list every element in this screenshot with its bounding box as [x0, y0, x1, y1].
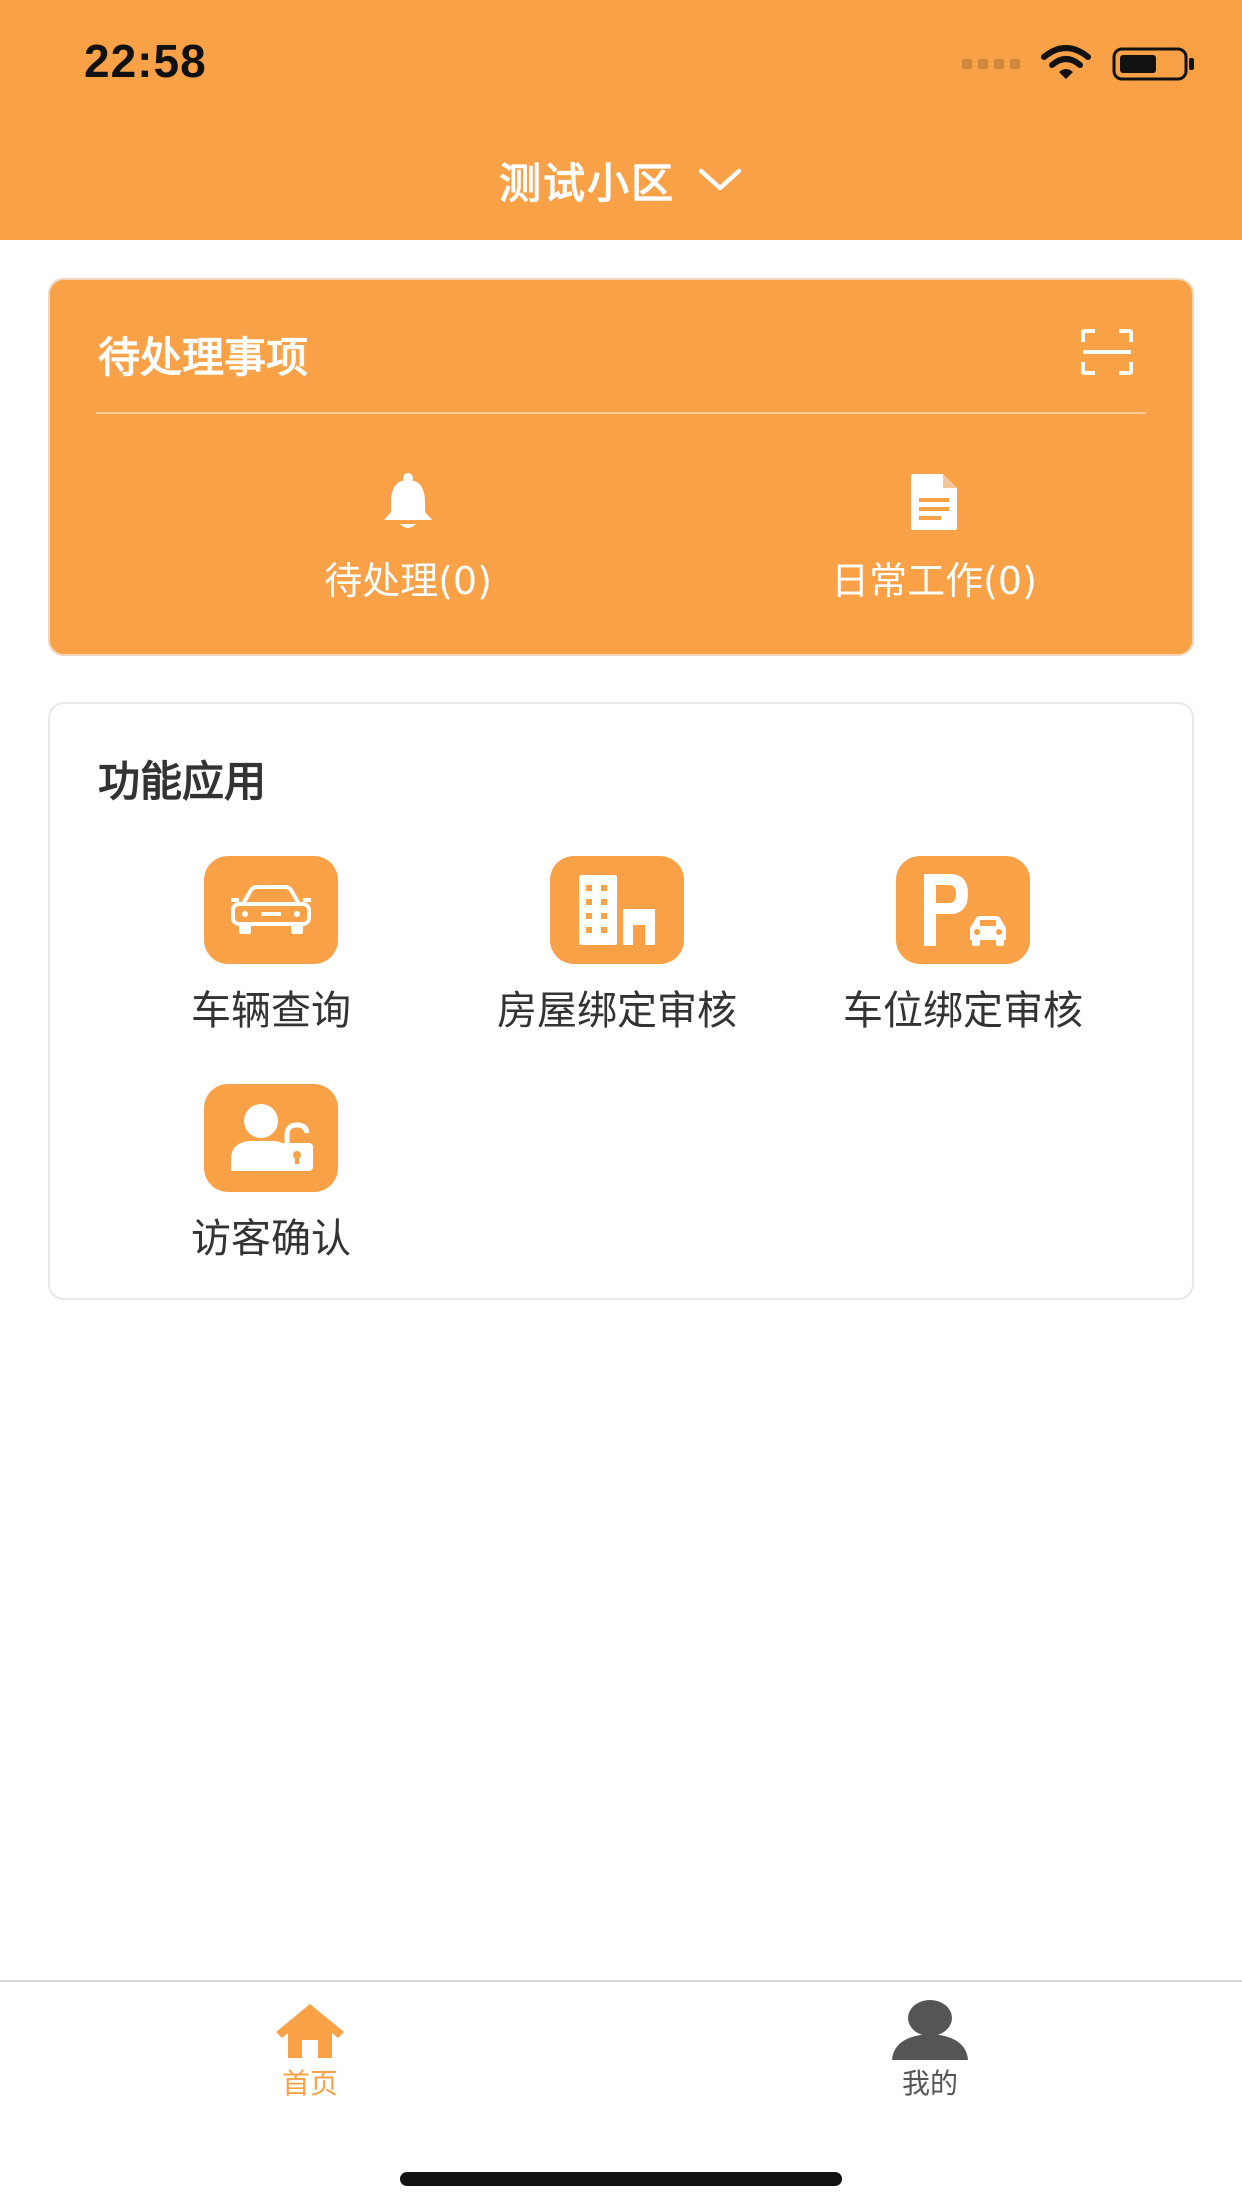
status-indicators	[962, 44, 1196, 84]
func-item-parking-binding-review[interactable]: 车位绑定审核	[790, 856, 1136, 1036]
scan-icon[interactable]	[1080, 328, 1134, 376]
user-icon	[892, 2000, 968, 2060]
function-apps-card: 功能应用 车辆查询 房屋绑定审核 车位绑定审核 访客确认	[48, 702, 1194, 1300]
car-icon	[231, 885, 311, 934]
bell-icon	[384, 473, 432, 528]
func-item-vehicle-query[interactable]: 车辆查询	[98, 856, 444, 1036]
tab-mine[interactable]: 我的	[830, 2000, 1030, 2102]
pending-title: 待处理事项	[98, 333, 309, 382]
community-name: 测试小区	[498, 158, 675, 208]
tab-home[interactable]: 首页	[210, 2000, 410, 2102]
func-item-label: 车辆查询	[191, 988, 351, 1034]
func-item-label: 访客确认	[191, 1216, 351, 1262]
func-item-visitor-confirm[interactable]: 访客确认	[98, 1084, 444, 1264]
pending-divider	[96, 412, 1146, 414]
home-indicator	[400, 2172, 842, 2186]
tab-mine-label: 我的	[901, 2067, 958, 2100]
status-time: 22:58	[84, 35, 207, 87]
wifi-icon	[1041, 45, 1091, 79]
building-icon	[579, 875, 655, 945]
chevron-down-icon	[698, 168, 742, 191]
document-icon	[911, 474, 957, 530]
pending-item-label: 日常工作(0)	[831, 559, 1037, 603]
battery-icon	[1112, 47, 1194, 81]
func-item-label: 房屋绑定审核	[497, 988, 737, 1034]
pending-item-label: 待处理(0)	[324, 559, 492, 603]
tab-home-label: 首页	[281, 2067, 338, 2100]
home-icon	[276, 2004, 344, 2058]
top-header: 22:58 测试小区	[0, 0, 1242, 240]
community-selector[interactable]: 测试小区	[0, 150, 1242, 210]
pending-item-todo[interactable]: 待处理(0)	[228, 472, 588, 605]
pending-card: 待处理事项 待处理(0) 日常工作(0)	[48, 278, 1194, 656]
func-item-label: 车位绑定审核	[843, 988, 1083, 1034]
func-item-house-binding-review[interactable]: 房屋绑定审核	[444, 856, 790, 1036]
parking-icon	[924, 874, 1006, 946]
cellular-signal-icon	[962, 59, 1020, 69]
visitor-lock-icon	[231, 1104, 313, 1171]
pending-item-daily-work[interactable]: 日常工作(0)	[754, 472, 1114, 605]
function-apps-title: 功能应用	[98, 757, 267, 806]
